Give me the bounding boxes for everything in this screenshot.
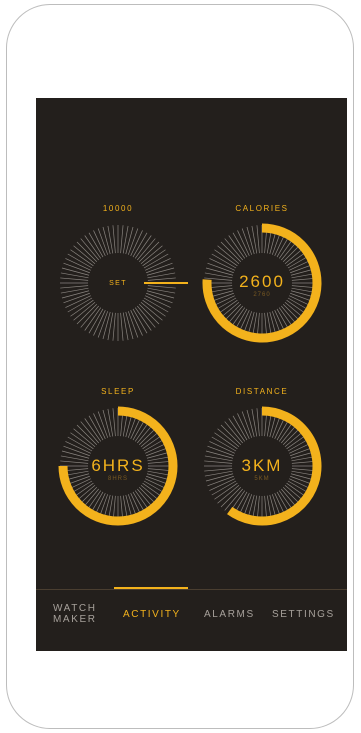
tab-settings-label: SETTINGS [272,609,335,620]
tab-activity-label: ACTIVITY [123,609,181,620]
steps-tick [73,302,96,321]
steps-tick [120,225,124,254]
calories-tick [217,245,240,264]
calories-gauge-label: CALORIES [235,204,289,213]
tab-settings[interactable]: SETTINGS [272,609,335,620]
sleep-tick [73,428,96,447]
steps-gauge-label: 10000 [102,204,134,213]
steps-tick [140,245,163,264]
sleep-tick [76,424,98,446]
steps-tick [60,285,89,289]
steps-tick [120,312,124,341]
tab-watch-maker[interactable]: WATCH MAKER [53,603,97,625]
steps-set-button[interactable]: SET [88,280,148,287]
phone-frame: 10000 SET CALORIES 2600 2760 SLEEP 6HRS … [6,4,354,729]
sleep-tick [80,421,99,444]
steps-tick [140,302,163,321]
nav-divider [36,589,347,590]
distance-tick [220,486,242,508]
tab-alarms[interactable]: ALARMS [204,609,255,620]
steps-tick [80,238,99,261]
steps-tick [137,305,156,328]
distance-gauge-label: DISTANCE [235,387,289,396]
calories-goal: 2760 [253,292,271,298]
sleep-goal: 8HRS [107,476,128,482]
steps-tick [112,225,116,254]
steps-tick [112,312,116,341]
steps-tick [76,303,98,325]
tab-watch-maker-label-line2: MAKER [53,614,97,625]
steps-tick [138,241,160,263]
steps-tick [80,305,99,328]
distance-tick [220,424,242,446]
active-tab-indicator [114,587,188,589]
steps-tick [138,303,160,325]
distance-goal: 5KM [254,476,270,482]
calories-tick [220,241,242,263]
tab-alarms-label: ALARMS [204,609,255,620]
app-screen: 10000 SET CALORIES 2600 2760 SLEEP 6HRS … [36,98,347,651]
steps-tick [76,241,98,263]
distance-tick [217,485,240,504]
calories-value: 2600 [239,272,285,291]
steps-tick [60,277,89,281]
steps-tick [73,245,96,264]
sleep-gauge-label: SLEEP [101,387,135,396]
tab-watch-maker-label-line1: WATCH [53,603,97,614]
sleep-tick [112,408,116,437]
calories-tick [224,238,243,261]
distance-tick [217,428,240,447]
steps-tick [147,285,176,289]
calories-tick [256,225,260,254]
distance-tick [224,421,243,444]
sleep-value: 6HRS [91,456,145,475]
steps-tick [147,277,176,281]
distance-tick [256,408,260,437]
tab-activity[interactable]: ACTIVITY [123,609,181,620]
steps-tick [137,238,156,261]
distance-tick [224,488,243,511]
distance-value: 3KM [241,456,283,475]
